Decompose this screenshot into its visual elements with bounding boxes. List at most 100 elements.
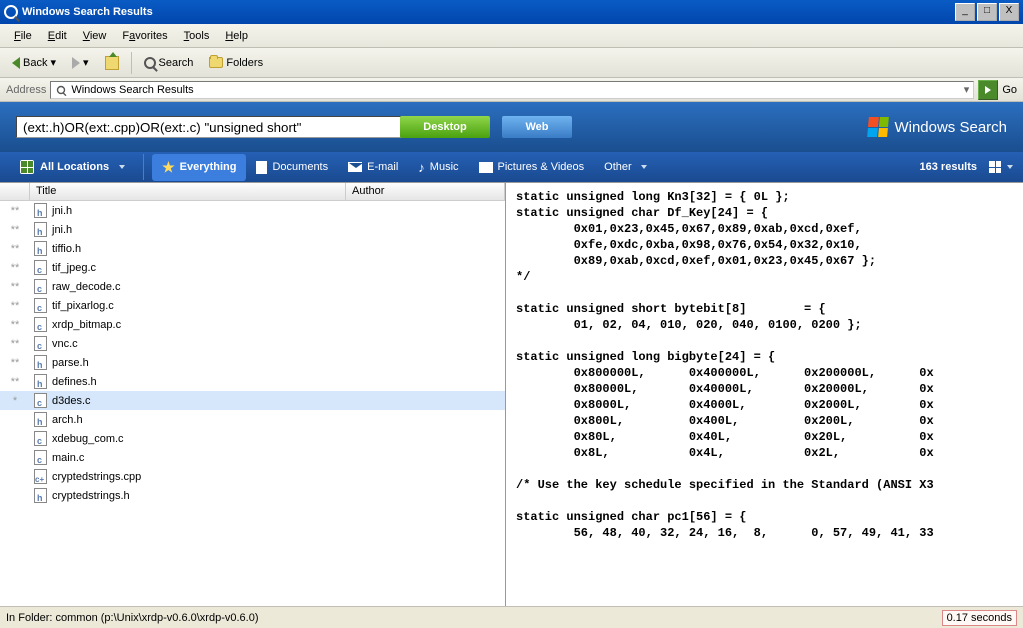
star-icon: ★ bbox=[162, 159, 175, 176]
tab-documents[interactable]: Documents bbox=[246, 156, 338, 179]
list-body[interactable]: **jni.h**jni.h**tiffio.h**tif_jpeg.c**ra… bbox=[0, 201, 505, 606]
list-item[interactable]: cryptedstrings.h bbox=[0, 486, 505, 505]
file-icon bbox=[34, 393, 47, 408]
file-cell: parse.h bbox=[30, 355, 346, 370]
minimize-button[interactable]: _ bbox=[955, 3, 975, 21]
address-field[interactable]: Windows Search Results ▾ bbox=[50, 81, 974, 99]
web-search-button[interactable]: Web bbox=[502, 116, 572, 138]
file-name: d3des.c bbox=[52, 395, 91, 407]
menu-favorites[interactable]: Favorites bbox=[114, 27, 175, 45]
locations-label: All Locations bbox=[40, 161, 109, 173]
tab-everything-label: Everything bbox=[180, 161, 237, 173]
folders-icon bbox=[209, 57, 223, 68]
brand: Windows Search bbox=[868, 117, 1007, 137]
file-cell: jni.h bbox=[30, 222, 346, 237]
file-name: cryptedstrings.cpp bbox=[52, 471, 141, 483]
up-button[interactable] bbox=[99, 53, 125, 73]
file-cell: d3des.c bbox=[30, 393, 346, 408]
address-bar: Address Windows Search Results ▾ Go bbox=[0, 78, 1023, 102]
list-item[interactable]: cryptedstrings.cpp bbox=[0, 467, 505, 486]
results-count: 163 results bbox=[920, 161, 977, 173]
code-preview[interactable]: static unsigned long Kn3[32] = { 0L }; s… bbox=[506, 183, 1023, 606]
list-item[interactable]: **jni.h bbox=[0, 201, 505, 220]
file-icon bbox=[34, 336, 47, 351]
list-item[interactable]: **tif_pixarlog.c bbox=[0, 296, 505, 315]
list-item[interactable]: **jni.h bbox=[0, 220, 505, 239]
file-name: parse.h bbox=[52, 357, 89, 369]
address-icon bbox=[57, 85, 65, 93]
close-button[interactable]: X bbox=[999, 3, 1019, 21]
file-cell: tiffio.h bbox=[30, 241, 346, 256]
main-area: Title Author **jni.h**jni.h**tiffio.h**t… bbox=[0, 182, 1023, 606]
menu-file[interactable]: File bbox=[6, 27, 40, 45]
relevance-stars: ** bbox=[0, 338, 30, 350]
file-cell: tif_pixarlog.c bbox=[30, 298, 346, 313]
menu-help[interactable]: Help bbox=[217, 27, 256, 45]
relevance-stars: ** bbox=[0, 243, 30, 255]
file-cell: vnc.c bbox=[30, 336, 346, 351]
file-icon bbox=[34, 450, 47, 465]
file-name: raw_decode.c bbox=[52, 281, 121, 293]
tab-everything[interactable]: ★ Everything bbox=[152, 154, 246, 181]
file-name: jni.h bbox=[52, 224, 72, 236]
maximize-button[interactable]: □ bbox=[977, 3, 997, 21]
list-item[interactable]: arch.h bbox=[0, 410, 505, 429]
menu-edit[interactable]: Edit bbox=[40, 27, 75, 45]
col-relevance[interactable] bbox=[0, 183, 30, 200]
menu-tools[interactable]: Tools bbox=[176, 27, 218, 45]
file-cell: tif_jpeg.c bbox=[30, 260, 346, 275]
locations-dropdown[interactable]: All Locations bbox=[10, 156, 135, 178]
tab-email[interactable]: E-mail bbox=[338, 156, 408, 178]
status-folder: In Folder: common (p:\Unix\xrdp-v0.6.0\x… bbox=[6, 612, 258, 624]
file-icon bbox=[34, 469, 47, 484]
folders-label: Folders bbox=[226, 57, 263, 69]
tab-music[interactable]: ♪Music bbox=[408, 155, 468, 180]
list-item[interactable]: **parse.h bbox=[0, 353, 505, 372]
file-icon bbox=[34, 374, 47, 389]
col-title[interactable]: Title bbox=[30, 183, 346, 200]
list-item[interactable]: **tif_jpeg.c bbox=[0, 258, 505, 277]
file-icon bbox=[34, 298, 47, 313]
windows-logo-icon bbox=[997, 26, 1017, 46]
desktop-search-button[interactable]: Desktop bbox=[400, 116, 490, 138]
preview-pane: static unsigned long Kn3[32] = { 0L }; s… bbox=[506, 183, 1023, 606]
menu-view[interactable]: View bbox=[75, 27, 115, 45]
tab-pictures[interactable]: Pictures & Videos bbox=[469, 156, 595, 178]
title-bar: Windows Search Results _ □ X bbox=[0, 0, 1023, 24]
relevance-stars: ** bbox=[0, 300, 30, 312]
back-icon bbox=[12, 57, 20, 69]
file-icon bbox=[34, 488, 47, 503]
tab-other[interactable]: Other bbox=[594, 156, 657, 178]
back-button[interactable]: Back ▾ bbox=[6, 53, 62, 72]
list-item[interactable]: main.c bbox=[0, 448, 505, 467]
list-item[interactable]: **defines.h bbox=[0, 372, 505, 391]
view-options-button[interactable] bbox=[989, 161, 1013, 173]
tab-email-label: E-mail bbox=[367, 161, 398, 173]
search-button[interactable]: Search bbox=[138, 54, 200, 72]
list-item[interactable]: xdebug_com.c bbox=[0, 429, 505, 448]
file-name: xrdp_bitmap.c bbox=[52, 319, 121, 331]
col-author[interactable]: Author bbox=[346, 183, 505, 200]
list-item[interactable]: ** xrdp_bitmap.c bbox=[0, 315, 505, 334]
tab-music-label: Music bbox=[430, 161, 459, 173]
file-cell: raw_decode.c bbox=[30, 279, 346, 294]
folders-button[interactable]: Folders bbox=[203, 54, 269, 72]
list-item[interactable]: **raw_decode.c bbox=[0, 277, 505, 296]
file-name: arch.h bbox=[52, 414, 83, 426]
file-icon bbox=[34, 317, 47, 332]
address-value: Windows Search Results bbox=[71, 84, 193, 96]
go-button[interactable] bbox=[978, 80, 998, 100]
forward-button[interactable]: ▾ bbox=[66, 53, 95, 72]
list-item[interactable]: **tiffio.h bbox=[0, 239, 505, 258]
list-item[interactable]: **vnc.c bbox=[0, 334, 505, 353]
file-name: xdebug_com.c bbox=[52, 433, 124, 445]
go-label: Go bbox=[1002, 84, 1017, 96]
file-icon bbox=[34, 431, 47, 446]
file-name: main.c bbox=[52, 452, 84, 464]
search-input[interactable] bbox=[16, 116, 401, 138]
filter-bar: All Locations ★ Everything Documents E-ma… bbox=[0, 152, 1023, 182]
file-icon bbox=[34, 412, 47, 427]
relevance-stars: ** bbox=[0, 319, 30, 331]
address-dropdown-icon[interactable]: ▾ bbox=[964, 83, 970, 96]
list-item[interactable]: *d3des.c bbox=[0, 391, 505, 410]
